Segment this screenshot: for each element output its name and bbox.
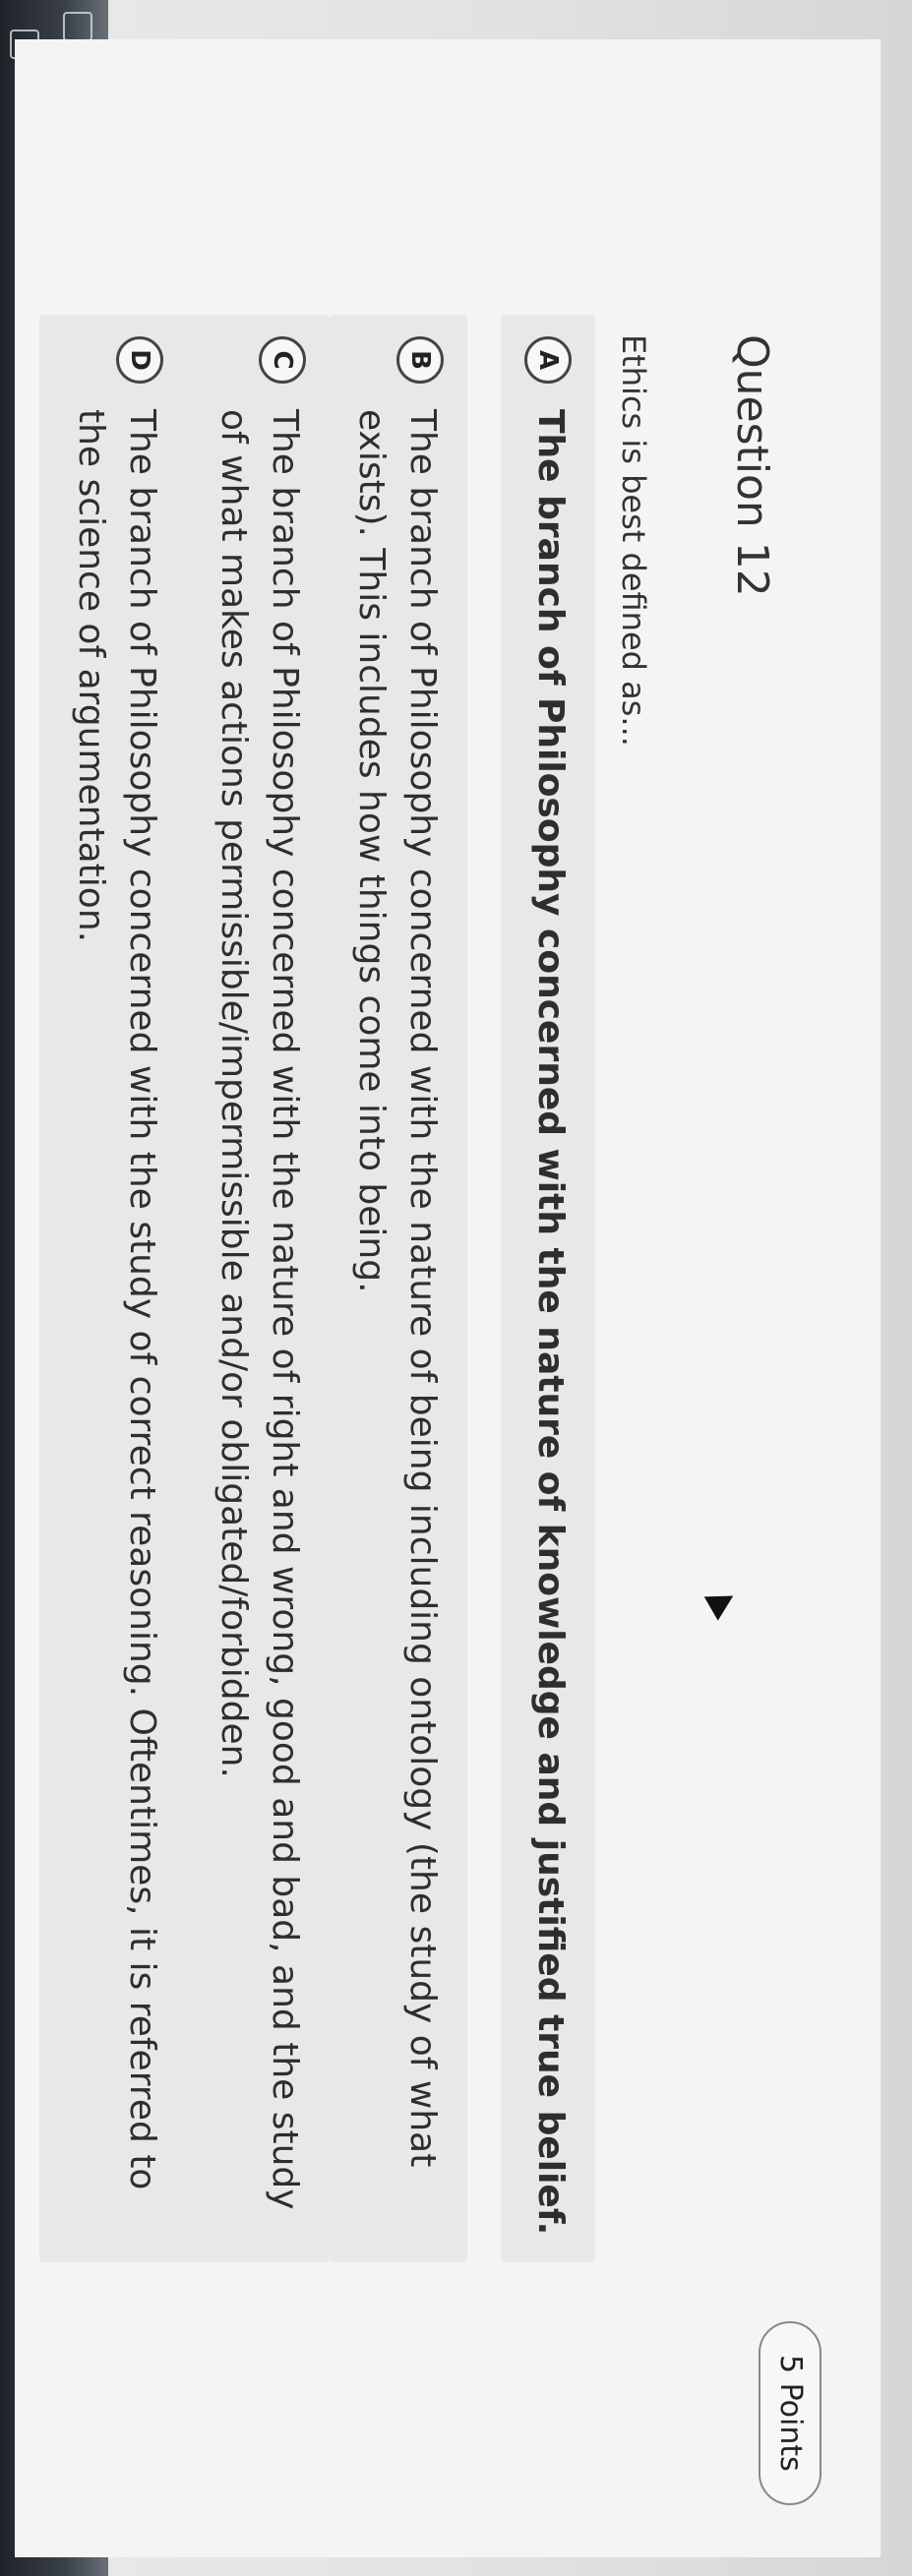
option-letter-c: C xyxy=(259,336,306,384)
option-text-a: The branch of Philosophy concerned with … xyxy=(530,409,571,2236)
option-letter-b: B xyxy=(396,336,444,384)
question-card: Question 12 5 Points Ethics is best defi… xyxy=(15,39,882,2557)
option-letter-d: D xyxy=(116,336,163,384)
quiz-page: Question 12 5 Points Ethics is best defi… xyxy=(0,0,912,2576)
answer-option-b[interactable]: B The branch of Philosophy concerned wit… xyxy=(330,315,467,2262)
question-prompt: Ethics is best defined as... xyxy=(615,334,652,747)
answer-option-c[interactable]: C The branch of Philosophy concerned wit… xyxy=(182,315,330,2262)
option-text-c: The branch of Philosophy concerned with … xyxy=(213,409,305,2210)
screen: Question 12 5 Points Ethics is best defi… xyxy=(0,0,912,2576)
points-badge: 5 Points xyxy=(759,2321,821,2505)
option-letter-a: A xyxy=(524,336,572,384)
answer-option-a[interactable]: A The branch of Philosophy concerned wit… xyxy=(501,315,595,2262)
option-text-b: The branch of Philosophy concerned with … xyxy=(351,409,443,2168)
answer-option-d[interactable]: D The branch of Philosophy concerned wit… xyxy=(39,315,187,2262)
pointer-cursor-icon xyxy=(703,1584,741,1621)
question-title: Question 12 xyxy=(727,334,777,597)
option-text-d: The branch of Philosophy concerned with … xyxy=(71,409,162,2190)
